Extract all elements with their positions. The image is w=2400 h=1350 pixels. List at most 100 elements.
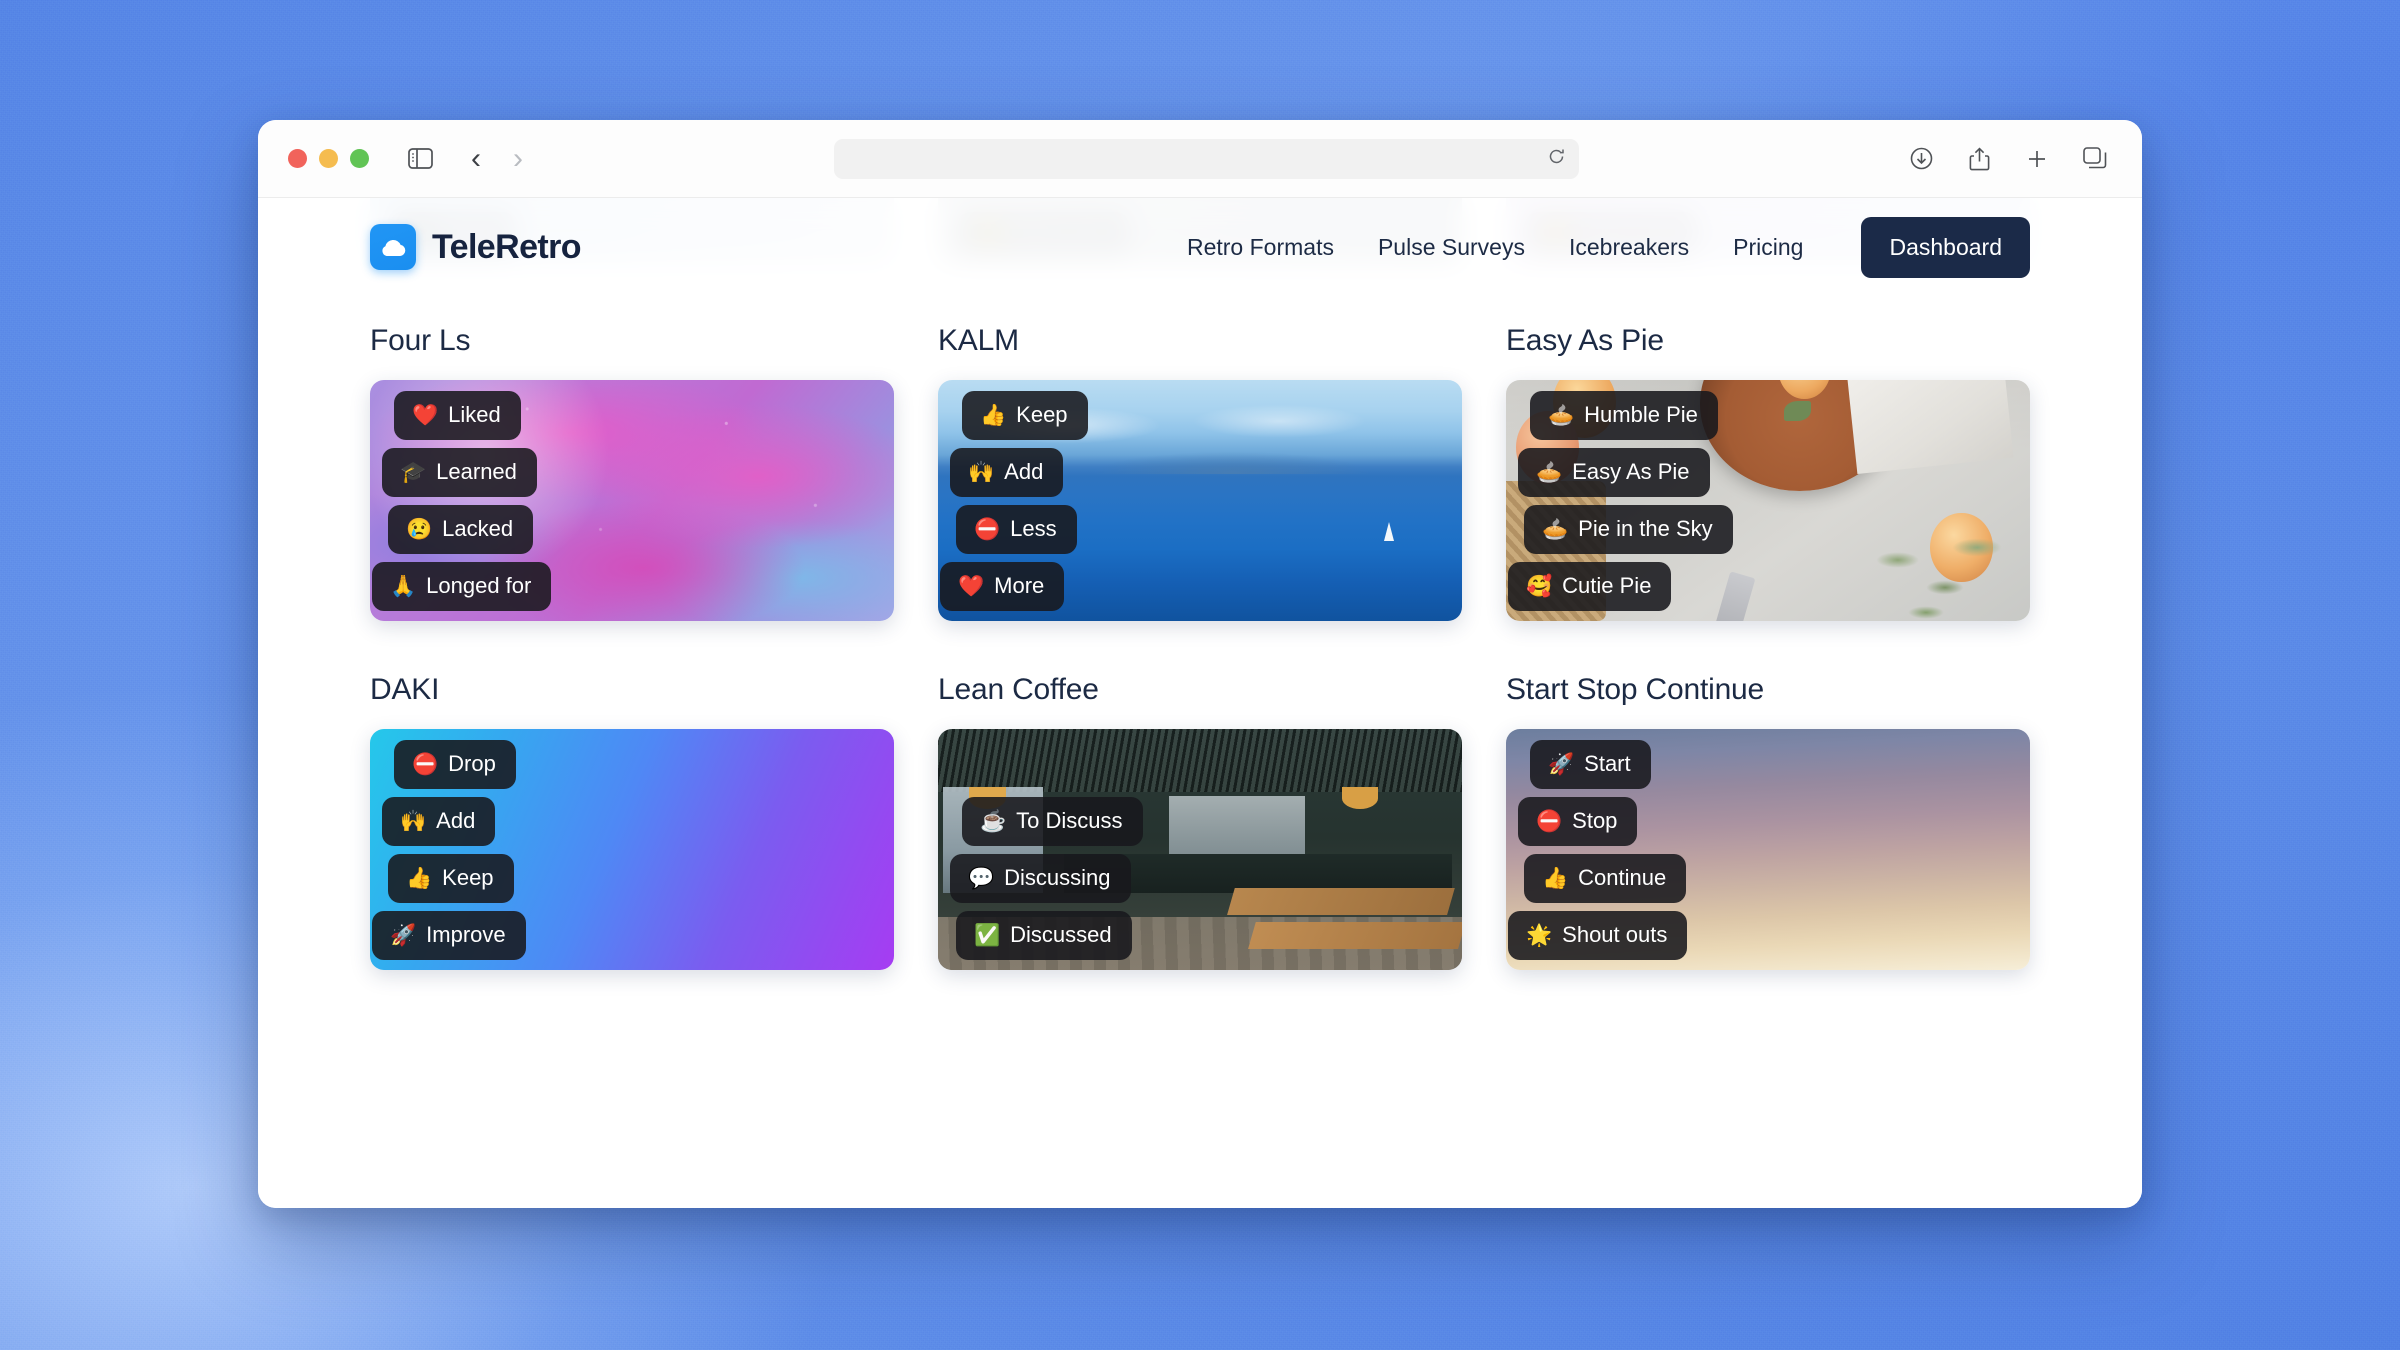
brand-logo[interactable]: TeleRetro: [370, 224, 582, 270]
chip-emoji: 🥧: [1536, 460, 1563, 484]
format-chip[interactable]: 👍 Keep: [962, 391, 1088, 440]
browser-window: ‹ › TeleRetro Retro Formats Pulse Survey…: [258, 120, 2142, 1208]
format-chip-stack: ⛔ Drop 🙌 Add 👍 Keep 🚀 Improve: [370, 740, 526, 960]
chip-emoji: 😢: [406, 517, 433, 541]
format-card-media-wrap[interactable]: 🥧 Humble Pie 🥧 Easy As Pie 🥧 Pie in the …: [1506, 380, 2030, 621]
format-chip[interactable]: 🎓 Learned: [382, 448, 537, 497]
toolbar-right-icons: [1904, 142, 2112, 176]
format-chip[interactable]: 🥧 Pie in the Sky: [1524, 505, 1733, 554]
format-chip[interactable]: 👍 Keep: [388, 854, 514, 903]
minimize-window-button[interactable]: [319, 149, 338, 168]
format-card-media-wrap[interactable]: ☕ To Discuss 💬 Discussing ✅ Discussed: [938, 729, 1462, 970]
address-area: [535, 138, 1878, 179]
cafe-window: [1168, 796, 1305, 855]
format-chip[interactable]: 😢 Lacked: [388, 505, 534, 554]
format-card-media-wrap[interactable]: 🚀 Start ⛔ Stop 👍 Continue 🌟 Shout outs: [1506, 729, 2030, 970]
format-card-lean-coffee[interactable]: Lean Coffee ☕ To Discuss 💬 Discussing ✅ …: [938, 673, 1462, 970]
format-chip-stack: 🚀 Start ⛔ Stop 👍 Continue 🌟 Shout outs: [1506, 740, 1688, 960]
format-chip[interactable]: 👍 Continue: [1524, 854, 1687, 903]
chip-emoji: 👍: [980, 403, 1007, 427]
navigation-arrows: ‹ ›: [459, 142, 535, 176]
chip-emoji: 🚀: [390, 923, 417, 947]
chip-label: Longed for: [426, 573, 532, 598]
address-input[interactable]: [834, 138, 1579, 179]
nav-link-pricing[interactable]: Pricing: [1733, 234, 1803, 261]
plus-icon[interactable]: [2020, 142, 2054, 176]
chip-emoji: ⛔: [1536, 809, 1563, 833]
format-title: Lean Coffee: [938, 673, 1099, 706]
format-chip[interactable]: ⛔ Less: [956, 505, 1077, 554]
format-card-daki[interactable]: DAKI ⛔ Drop 🙌 Add 👍 Keep 🚀 Improve: [370, 673, 894, 970]
format-card-four-ls[interactable]: Four Ls ❤️ Liked 🎓 Learned 😢 Lacked 🙏 Lo…: [370, 324, 894, 621]
nav-link-pulse-surveys[interactable]: Pulse Surveys: [1378, 234, 1525, 261]
chip-label: Add: [436, 808, 476, 833]
nav-link-retro-formats[interactable]: Retro Formats: [1187, 234, 1334, 261]
back-icon[interactable]: ‹: [459, 142, 493, 176]
chip-emoji: 🙌: [400, 809, 427, 833]
chip-emoji: 👍: [406, 866, 433, 890]
chip-label: Discussing: [1004, 865, 1111, 890]
sailboat: [1383, 522, 1394, 542]
format-chip[interactable]: 🌟 Shout outs: [1508, 911, 1688, 960]
format-card-media-wrap[interactable]: ⛔ Drop 🙌 Add 👍 Keep 🚀 Improve: [370, 729, 894, 970]
format-card-kalm[interactable]: KALM 👍 Keep 🙌 Add ⛔ Less ❤️ More: [938, 324, 1462, 621]
retro-format-grid: Four Ls ❤️ Liked 🎓 Learned 😢 Lacked 🙏 Lo…: [258, 296, 2142, 970]
chip-label: Start: [1584, 751, 1631, 776]
site-header: TeleRetro Retro Formats Pulse Surveys Ic…: [258, 198, 2142, 296]
linen-cloth: [1847, 380, 2014, 475]
format-chip-stack: ❤️ Liked 🎓 Learned 😢 Lacked 🙏 Longed for: [370, 391, 552, 611]
format-card-start-stop-continue[interactable]: Start Stop Continue 🚀 Start ⛔ Stop 👍 Con…: [1506, 673, 2030, 970]
share-icon[interactable]: [1962, 142, 1996, 176]
chip-label: Lacked: [442, 516, 514, 541]
chip-label: Learned: [436, 459, 517, 484]
format-chip[interactable]: ☕ To Discuss: [962, 797, 1143, 846]
format-chip[interactable]: ✅ Discussed: [956, 911, 1132, 960]
format-chip[interactable]: ❤️ Liked: [394, 391, 521, 440]
sidebar-icon[interactable]: [403, 142, 437, 176]
chip-label: Liked: [448, 402, 501, 427]
forward-icon[interactable]: ›: [501, 142, 535, 176]
format-title: Four Ls: [370, 324, 471, 357]
format-title: DAKI: [370, 673, 440, 706]
chip-label: Drop: [448, 751, 496, 776]
chip-label: Humble Pie: [1584, 402, 1698, 427]
format-card-easy-as-pie[interactable]: Easy As Pie 🥧 Humble Pie 🥧 Easy As Pie 🥧…: [1506, 324, 2030, 621]
format-chip[interactable]: 🚀 Start: [1530, 740, 1651, 789]
format-card-media-wrap[interactable]: ❤️ Liked 🎓 Learned 😢 Lacked 🙏 Longed for: [370, 380, 894, 621]
format-chip[interactable]: 💬 Discussing: [950, 854, 1131, 903]
chip-emoji: 🙏: [390, 574, 417, 598]
format-chip[interactable]: 🥧 Easy As Pie: [1518, 448, 1710, 497]
chip-label: Discussed: [1010, 922, 1112, 947]
format-chip[interactable]: ❤️ More: [940, 562, 1065, 611]
format-chip[interactable]: ⛔ Stop: [1518, 797, 1638, 846]
format-chip[interactable]: 🙌 Add: [950, 448, 1064, 497]
herb-sprig: [1841, 510, 2030, 621]
format-card-media-wrap[interactable]: 👍 Keep 🙌 Add ⛔ Less ❤️ More: [938, 380, 1462, 621]
chip-emoji: 🎓: [400, 460, 427, 484]
dashboard-button[interactable]: Dashboard: [1861, 216, 2030, 278]
nav-link-icebreakers[interactable]: Icebreakers: [1569, 234, 1689, 261]
tab-overview-icon[interactable]: [2078, 142, 2112, 176]
format-title: Start Stop Continue: [1506, 673, 1765, 706]
header-nav: Retro Formats Pulse Surveys Icebreakers …: [1187, 216, 2030, 278]
chip-label: Shout outs: [1562, 922, 1668, 947]
chip-emoji: 🥧: [1542, 517, 1569, 541]
close-window-button[interactable]: [288, 149, 307, 168]
format-title: Easy As Pie: [1506, 324, 1664, 357]
format-chip[interactable]: 🙌 Add: [382, 797, 496, 846]
format-chip[interactable]: 🥧 Humble Pie: [1530, 391, 1718, 440]
chip-label: Stop: [1572, 808, 1618, 833]
format-chip[interactable]: 🙏 Longed for: [372, 562, 552, 611]
format-chip[interactable]: 🚀 Improve: [372, 911, 526, 960]
chip-label: To Discuss: [1016, 808, 1123, 833]
format-chip[interactable]: ⛔ Drop: [394, 740, 516, 789]
chip-label: Cutie Pie: [1562, 573, 1652, 598]
zoom-window-button[interactable]: [350, 149, 369, 168]
downloads-icon[interactable]: [1904, 142, 1938, 176]
cloud-icon: [370, 224, 416, 270]
reload-icon[interactable]: [1548, 148, 1565, 170]
format-chip-stack: 👍 Keep 🙌 Add ⛔ Less ❤️ More: [938, 391, 1088, 611]
format-chip[interactable]: 🥰 Cutie Pie: [1508, 562, 1672, 611]
brand-name: TeleRetro: [432, 227, 582, 266]
chip-label: Pie in the Sky: [1578, 516, 1713, 541]
